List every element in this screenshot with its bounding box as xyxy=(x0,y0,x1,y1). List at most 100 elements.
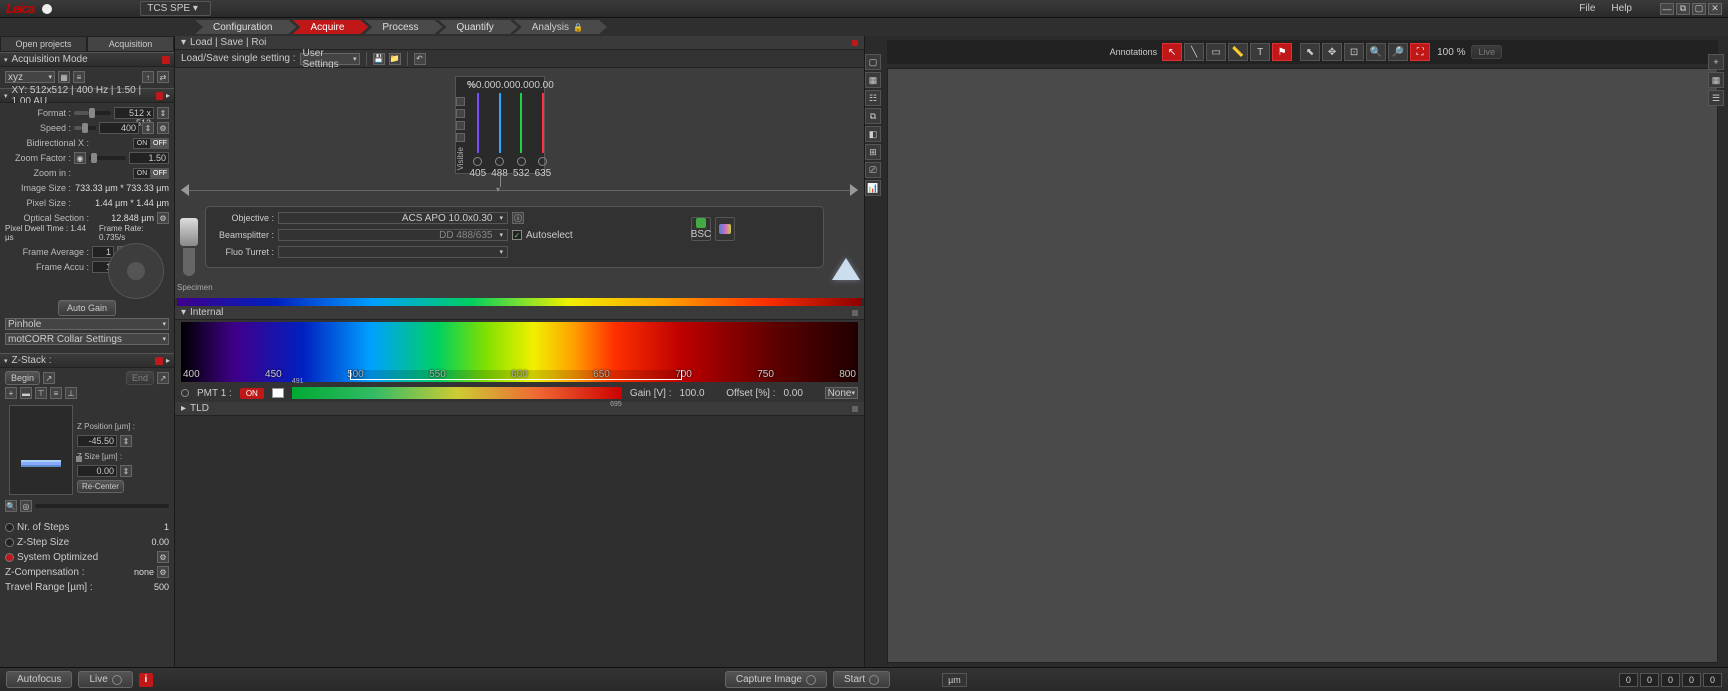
zoom-out-icon[interactable]: 🔍 xyxy=(5,500,17,512)
speed-value[interactable]: 400 xyxy=(99,122,139,134)
rotation-dial[interactable] xyxy=(108,243,164,299)
mode-btn-1[interactable]: ▦ xyxy=(58,71,70,83)
tool-crop-icon[interactable]: ⊡ xyxy=(1344,43,1364,61)
vt-3d-icon[interactable]: ◧ xyxy=(865,126,881,142)
stepsize-radio[interactable] xyxy=(5,538,14,547)
annot-ruler-icon[interactable]: 📏 xyxy=(1228,43,1248,61)
tool-fit-icon[interactable]: ⛶ xyxy=(1410,43,1430,61)
folder-icon[interactable]: 📁 xyxy=(389,53,401,65)
nav-process[interactable]: Process xyxy=(364,20,442,34)
speed-step-icon[interactable]: ⇕ xyxy=(142,122,154,134)
mode-btn-2[interactable]: ≡ xyxy=(73,71,85,83)
z-del-icon[interactable]: ▬ xyxy=(20,387,32,399)
tool-zoomout-icon[interactable]: 🔍 xyxy=(1366,43,1386,61)
zstack-end-button[interactable]: End xyxy=(126,371,154,385)
zcomp-gear-icon[interactable]: ⚙ xyxy=(157,566,169,578)
pmt-range-bar[interactable]: 491 695 xyxy=(292,387,622,399)
vt-histogram-icon[interactable]: 📊 xyxy=(865,180,881,196)
format-step-icon[interactable]: ⇕ xyxy=(157,107,169,119)
recenter-button[interactable]: Re-Center xyxy=(77,480,124,493)
section-acquisition-mode[interactable]: ▾ Acquisition Mode xyxy=(0,52,174,67)
tab-acquisition[interactable]: Acquisition xyxy=(87,36,174,52)
start-button[interactable]: Start xyxy=(833,671,890,688)
autoselect-checkbox[interactable]: ✓ xyxy=(512,230,522,240)
tld-header[interactable]: ▸TLD xyxy=(175,402,864,416)
system-select[interactable]: TCS SPE ▾ xyxy=(140,1,211,16)
speed-slider[interactable] xyxy=(74,126,96,130)
optsec-gear-icon[interactable]: ⚙ xyxy=(157,212,169,224)
laser-btn-3[interactable] xyxy=(456,121,465,130)
vt-grid-icon[interactable]: ▦ xyxy=(865,72,881,88)
tool-pointer-icon[interactable]: ⬉ xyxy=(1300,43,1320,61)
laser-405-bar[interactable] xyxy=(477,93,479,153)
menu-file[interactable]: File xyxy=(1579,3,1595,14)
z-top-icon[interactable]: ⊤ xyxy=(35,387,47,399)
vt-profile-icon[interactable]: ⎚ xyxy=(865,162,881,178)
sysopt-gear-icon[interactable]: ⚙ xyxy=(157,551,169,563)
capture-button[interactable]: Capture Image xyxy=(725,671,827,688)
nav-analysis[interactable]: Analysis🔒 xyxy=(514,20,607,34)
motcorr-select[interactable]: motCORR Collar Settings xyxy=(5,333,169,345)
pinhole-select[interactable]: Pinhole xyxy=(5,318,169,330)
pmt-lut-select[interactable]: None xyxy=(825,387,858,399)
laser-btn-4[interactable] xyxy=(456,133,465,142)
z-nav-slider[interactable] xyxy=(35,504,169,508)
unit-label[interactable]: µm xyxy=(942,673,967,687)
fluoturret-select[interactable] xyxy=(278,246,508,258)
live-button[interactable]: Live xyxy=(78,671,132,688)
info-button[interactable]: i xyxy=(139,673,153,687)
laser-635-bar[interactable] xyxy=(542,93,544,153)
nav-acquire[interactable]: Acquire xyxy=(292,20,368,34)
zoom-reset-icon[interactable]: ◉ xyxy=(74,152,86,164)
annot-flag-icon[interactable]: ⚑ xyxy=(1272,43,1292,61)
bsc-button[interactable]: BSC xyxy=(691,217,711,241)
nav-configuration[interactable]: Configuration xyxy=(195,20,296,34)
beamsplitter-select[interactable]: DD 488/635 xyxy=(278,229,508,241)
pmt-color-swatch[interactable] xyxy=(272,388,284,398)
menu-help[interactable]: Help xyxy=(1611,3,1632,14)
settings-select[interactable]: User Settings xyxy=(300,53,360,65)
pmt-active-icon[interactable] xyxy=(181,389,189,397)
scan-mode-select[interactable]: xyz xyxy=(5,71,55,83)
section-zstack[interactable]: ▾ Z-Stack : ▸ xyxy=(0,353,174,368)
annot-text-icon[interactable]: T xyxy=(1250,43,1270,61)
mode-btn-swap[interactable]: ⇄ xyxy=(157,71,169,83)
objective-info-icon[interactable]: ⓘ xyxy=(512,212,524,224)
vr-list-icon[interactable]: ☰ xyxy=(1708,90,1724,106)
tool-zoomin-icon[interactable]: 🔎 xyxy=(1388,43,1408,61)
vt-gallery-icon[interactable]: ☷ xyxy=(865,90,881,106)
zstack-begin-button[interactable]: Begin xyxy=(5,371,40,385)
format-slider[interactable] xyxy=(74,111,111,115)
minimize-icon[interactable]: — xyxy=(1660,3,1674,15)
zoom-slider[interactable] xyxy=(89,156,126,160)
laser-488-bar[interactable] xyxy=(499,93,501,153)
begin-arrow-icon[interactable]: ↗ xyxy=(43,372,55,384)
zoom-value[interactable]: 1.50 xyxy=(129,152,169,164)
annot-rect-icon[interactable]: ▭ xyxy=(1206,43,1226,61)
zoomin-toggle[interactable]: ONOFF xyxy=(133,168,169,179)
spectrum-display[interactable]: 400 450 500 550 600 650 700 750 800 xyxy=(181,322,858,382)
target-icon[interactable]: ◎ xyxy=(20,500,32,512)
maximize-icon[interactable]: ▢ xyxy=(1692,3,1706,15)
tab-open-projects[interactable]: Open projects xyxy=(0,36,87,52)
image-viewport[interactable] xyxy=(887,68,1718,663)
z-add-icon[interactable]: + xyxy=(5,387,17,399)
close-icon[interactable]: ✕ xyxy=(1708,3,1722,15)
autofocus-button[interactable]: Autofocus xyxy=(6,671,72,688)
laser-btn-1[interactable] xyxy=(456,97,465,106)
objective-select[interactable]: ACS APO 10.0x0.30 xyxy=(278,212,508,224)
laser-532-bar[interactable] xyxy=(520,93,522,153)
undo-icon[interactable]: ↶ xyxy=(414,53,426,65)
sysopt-radio[interactable] xyxy=(5,553,14,562)
vr-grid-icon[interactable]: ▦ xyxy=(1708,72,1724,88)
z-mid-icon[interactable]: ≡ xyxy=(50,387,62,399)
vr-add-icon[interactable]: + xyxy=(1708,54,1724,70)
format-value[interactable]: 512 x 512 xyxy=(114,107,154,119)
section-xy[interactable]: ▾ XY: 512x512 | 400 Hz | 1.50 | 1.00 AU … xyxy=(0,88,174,103)
save-icon[interactable]: 💾 xyxy=(373,53,385,65)
vt-single-icon[interactable]: ▢ xyxy=(865,54,881,70)
zsize-value[interactable]: 0.00 xyxy=(77,465,117,477)
restore-icon[interactable]: ⧉ xyxy=(1676,3,1690,15)
annot-arrow-icon[interactable]: ↖ xyxy=(1162,43,1182,61)
annot-line-icon[interactable]: ╲ xyxy=(1184,43,1204,61)
